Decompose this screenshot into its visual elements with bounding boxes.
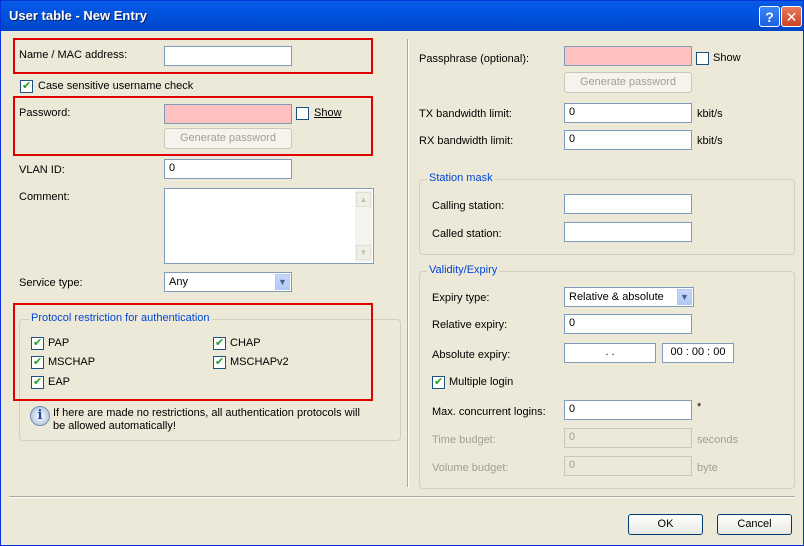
info-text-line2: be allowed automatically! (53, 420, 176, 432)
volume-budget-label: Volume budget: (432, 462, 509, 474)
tx-input[interactable]: 0 (564, 103, 692, 123)
highlight-name (13, 38, 373, 74)
calling-input[interactable] (564, 194, 692, 214)
absolute-expiry-label: Absolute expiry: (432, 349, 511, 361)
vlan-label: VLAN ID: (19, 164, 65, 176)
time-budget-input[interactable]: 0 (564, 428, 692, 448)
chevron-down-icon[interactable]: ▼ (275, 274, 290, 290)
max-logins-input[interactable]: 0 (564, 400, 692, 420)
show-passphrase-checkbox[interactable] (696, 52, 709, 65)
column-divider (407, 39, 409, 487)
ok-button[interactable]: OK (628, 514, 703, 535)
time-budget-label: Time budget: (432, 434, 496, 446)
relative-expiry-label: Relative expiry: (432, 319, 508, 331)
help-button[interactable]: ? (759, 6, 780, 27)
comment-scrollbar[interactable]: ▲ ▼ (355, 190, 372, 262)
rx-label: RX bandwidth limit: (419, 135, 514, 147)
multiple-login-label: Multiple login (449, 376, 514, 388)
called-input[interactable] (564, 222, 692, 242)
expiry-type-label: Expiry type: (432, 292, 490, 304)
comment-textarea[interactable]: ▲ ▼ (164, 188, 374, 264)
generate-passphrase-button[interactable]: Generate password (564, 72, 692, 93)
dialog-window: User table - New Entry ? ✕ Name / MAC ad… (0, 0, 804, 546)
absolute-time-input[interactable]: 00 : 00 : 00 (662, 343, 734, 363)
tx-unit: kbit/s (697, 108, 723, 120)
relative-expiry-input[interactable]: 0 (564, 314, 692, 334)
show-passphrase-label: Show (713, 52, 741, 64)
case-sensitive-checkbox[interactable] (20, 79, 33, 93)
highlight-protocols (13, 303, 373, 401)
info-icon: i (30, 406, 50, 426)
info-text-line1: If here are made no restrictions, all au… (53, 407, 360, 419)
called-label: Called station: (432, 228, 502, 240)
volume-budget-unit: byte (697, 462, 718, 474)
expiry-type-select[interactable]: Relative & absolute ▼ (564, 287, 694, 307)
service-type-label: Service type: (19, 277, 83, 289)
comment-label: Comment: (19, 191, 70, 203)
title-bar[interactable]: User table - New Entry ? ✕ (1, 1, 803, 31)
volume-budget-input[interactable]: 0 (564, 456, 692, 476)
max-logins-unit: * (697, 401, 702, 413)
max-logins-label: Max. concurrent logins: (432, 406, 546, 418)
passphrase-label: Passphrase (optional): (419, 53, 530, 65)
service-type-value: Any (169, 276, 188, 288)
close-button[interactable]: ✕ (781, 6, 802, 27)
chevron-down-icon[interactable]: ▼ (677, 289, 692, 305)
station-group-label: Station mask (427, 172, 495, 184)
time-budget-unit: seconds (697, 434, 738, 446)
expiry-type-value: Relative & absolute (569, 291, 664, 303)
rx-input[interactable]: 0 (564, 130, 692, 150)
cancel-button[interactable]: Cancel (717, 514, 792, 535)
rx-unit: kbit/s (697, 135, 723, 147)
station-group (419, 179, 795, 255)
scroll-up-icon[interactable]: ▲ (356, 192, 371, 207)
multiple-login-checkbox[interactable] (432, 375, 445, 389)
window-title: User table - New Entry (9, 8, 147, 23)
calling-label: Calling station: (432, 200, 505, 212)
passphrase-input[interactable] (564, 46, 692, 66)
absolute-date-input[interactable]: . . (564, 343, 656, 363)
validity-group-label: Validity/Expiry (427, 264, 500, 276)
vlan-input[interactable]: 0 (164, 159, 292, 179)
highlight-password (13, 96, 373, 156)
service-type-select[interactable]: Any ▼ (164, 272, 292, 292)
scroll-down-icon[interactable]: ▼ (356, 245, 371, 260)
footer-separator (9, 496, 795, 498)
case-sensitive-label: Case sensitive username check (38, 80, 194, 92)
tx-label: TX bandwidth limit: (419, 108, 512, 120)
